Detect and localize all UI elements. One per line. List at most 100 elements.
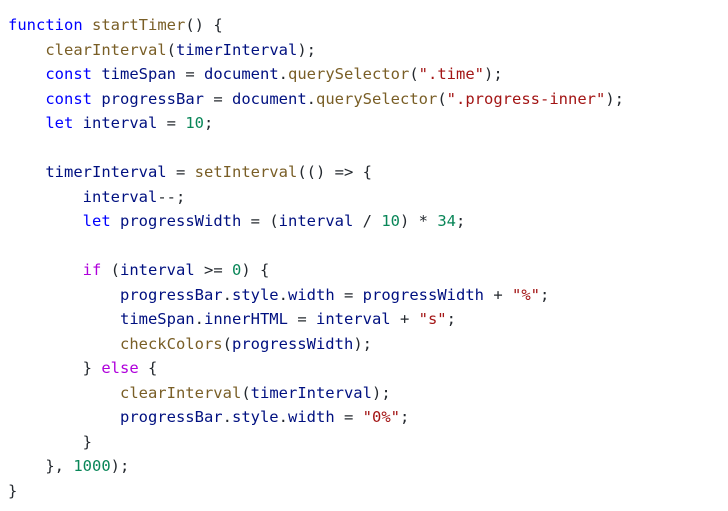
code-token-punct: ( — [409, 65, 419, 83]
code-token-punct: ); — [353, 334, 372, 353]
code-token-keyword: let — [82, 212, 111, 230]
code-token-punct: ( — [166, 40, 176, 59]
code-token-punct: (() => { — [297, 163, 372, 181]
code-token-operator: = ( — [241, 212, 279, 230]
code-token-control: if — [82, 261, 102, 279]
code-token-punct: () { — [185, 16, 223, 34]
code-line: timeSpan. innerHTML = interval + "s"; — [8, 307, 728, 332]
code-token-operator: = — [334, 408, 363, 426]
code-line: checkColors(progressWidth); — [8, 332, 728, 357]
code-token-variable: interval — [120, 261, 195, 279]
code-token-punct: . — [222, 408, 232, 426]
code-token-number: 34 — [437, 212, 456, 230]
code-token-function: querySelector — [316, 89, 438, 108]
code-line: let progressWidth = (interval / 10) * 34… — [8, 209, 728, 234]
code-token-punct: ; — [204, 114, 214, 132]
code-token-function: setInterval — [194, 163, 298, 181]
code-token-punct: . — [194, 310, 204, 328]
code-token-variable: progressWidth — [231, 334, 354, 353]
code-token-variable: style — [231, 408, 279, 426]
code-lines: function startTimer() { clearInterval(ti… — [8, 13, 728, 503]
code-token-operator: = — [204, 89, 232, 108]
code-token-punct: ; — [400, 408, 410, 426]
code-token-keyword: let — [45, 114, 74, 132]
code-token-function: querySelector — [288, 65, 410, 83]
code-token-punct: ); — [297, 40, 316, 59]
code-token-punct: } — [8, 481, 18, 500]
code-token-variable: innerHTML — [203, 310, 288, 328]
code-line: } — [8, 430, 728, 455]
code-token-punct: ) { — [241, 261, 270, 279]
code-line: } else { — [8, 356, 728, 381]
code-token-punct: ( — [101, 261, 120, 279]
code-token-variable: interval — [82, 187, 158, 206]
code-token-punct — [111, 209, 120, 234]
code-token-function: clearInterval — [45, 40, 167, 59]
code-token-operator: ) * — [399, 212, 438, 230]
code-token-punct — [83, 13, 92, 38]
code-token-variable: timeSpan — [119, 310, 195, 328]
code-token-variable: interval — [278, 212, 354, 230]
code-token-punct: { — [138, 359, 158, 377]
code-token-punct: . — [278, 65, 288, 83]
code-token-punct: ); — [605, 89, 624, 108]
code-token-variable: timeSpan — [101, 65, 176, 83]
code-token-punct: ); — [484, 65, 503, 83]
code-token-operator: = — [334, 285, 363, 304]
code-token-punct: } — [82, 359, 102, 377]
code-line: progressBar. style. width = progressWidth … — [8, 283, 728, 308]
code-token-function: clearInterval — [119, 383, 242, 402]
code-token-string: "0%" — [362, 408, 400, 426]
code-token-control: else — [101, 359, 139, 377]
code-editor[interactable]: function startTimer() { clearInterval(ti… — [0, 0, 728, 511]
code-token-punct — [92, 87, 101, 112]
code-token-number: 0 — [231, 261, 242, 279]
code-token-variable: timerInterval — [250, 383, 372, 402]
code-token-punct: ( — [241, 383, 251, 402]
code-token-keyword: const — [45, 65, 92, 83]
code-token-punct: ; — [446, 310, 456, 328]
code-line: clearInterval(timerInterval); — [8, 381, 728, 406]
code-token-string: ".progress-inner" — [446, 89, 606, 108]
code-token-punct: ); — [371, 383, 391, 402]
code-line: const progressBar = document. querySelect… — [8, 87, 728, 112]
code-token-punct: } — [82, 432, 92, 451]
code-token-function: startTimer — [92, 16, 186, 34]
code-token-function: checkColors — [119, 334, 223, 353]
code-token-operator: = — [166, 163, 195, 181]
code-token-variable: progressWidth — [120, 212, 242, 230]
code-token-keyword: function — [8, 16, 83, 34]
code-token-punct — [92, 62, 101, 87]
code-token-operator: = — [176, 65, 204, 83]
code-line: function startTimer() { — [8, 13, 728, 38]
code-token-variable: interval — [315, 310, 391, 328]
code-line: let interval = 10; — [8, 111, 728, 136]
code-token-variable: width — [288, 285, 335, 304]
code-token-operator: = — [287, 310, 316, 328]
code-token-variable: document — [232, 89, 307, 108]
code-token-number: 10 — [381, 212, 400, 230]
code-token-keyword: const — [45, 89, 92, 108]
code-token-variable: timerInterval — [45, 163, 167, 181]
code-token-punct: ; — [455, 212, 466, 230]
code-token-punct: ( — [222, 334, 232, 353]
code-line: timerInterval = setInterval(() => { — [8, 160, 728, 185]
code-line: const timeSpan = document. querySelector(… — [8, 62, 728, 87]
code-token-operator: + — [390, 310, 419, 328]
code-token-variable: interval — [82, 114, 158, 132]
code-token-variable: document — [204, 65, 279, 83]
code-token-punct: ; — [540, 285, 550, 304]
